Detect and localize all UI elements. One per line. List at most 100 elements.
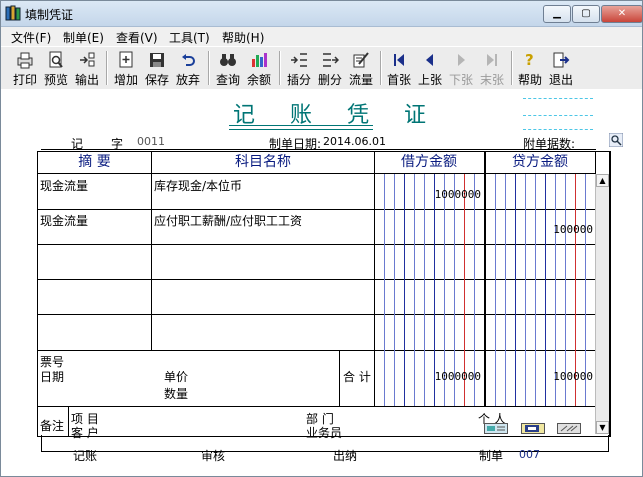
next-icon [458, 54, 465, 66]
dashed-line [523, 98, 593, 99]
last-voucher-button[interactable]: 末张 [478, 49, 506, 87]
preview-label: 预览 [43, 73, 68, 87]
amount-grid-line [485, 152, 486, 406]
insert-entry-label: 插分 [286, 73, 311, 87]
sign-audit-label: 审核 [201, 449, 226, 463]
first-icon [394, 54, 404, 66]
voucher-area: 记 账 凭 证 记 字 0011 制单日期: 2014.06.01 附单据数: … [1, 89, 642, 476]
prev-voucher-button[interactable]: 上张 [416, 49, 444, 87]
sign-book-label: 记账 [73, 449, 98, 463]
next-voucher-button[interactable]: 下张 [447, 49, 475, 87]
first-voucher-label: 首张 [386, 73, 411, 87]
card-icon[interactable] [484, 423, 508, 434]
menu-view[interactable]: 查看(V) [116, 29, 158, 46]
maximize-button[interactable]: ▢ [572, 5, 600, 23]
prev-icon [426, 54, 433, 66]
app-books-icon [5, 5, 21, 21]
insert-entry-button[interactable]: 插分 [285, 49, 313, 87]
sign-cashier-label: 出纳 [333, 449, 358, 463]
exit-label: 退出 [548, 73, 573, 87]
col-divider [68, 406, 69, 436]
row2-credit[interactable]: 100000 [486, 223, 593, 236]
row2-account[interactable]: 应付职工薪酬/应付职工工资 [154, 212, 302, 229]
exit-button[interactable]: 退出 [547, 49, 575, 87]
vertical-scrollbar[interactable]: ▲ ▼ [595, 174, 609, 434]
delete-row-icon [323, 53, 339, 67]
total-credit: 100000 [553, 370, 593, 383]
next-voucher-label: 下张 [448, 73, 473, 87]
col-credit: 贷方金额 [512, 154, 568, 170]
voucher-date[interactable]: 2014.06.01 [323, 135, 386, 148]
printer-icon [17, 52, 33, 69]
cashflow-label: 流量 [348, 73, 373, 87]
menu-help[interactable]: 帮助(H) [222, 29, 264, 46]
binoculars-icon [220, 54, 236, 66]
row-divider [38, 314, 595, 315]
help-label: 帮助 [517, 73, 542, 87]
ticket-date-label: 日期 [40, 370, 65, 384]
last-voucher-label: 末张 [479, 73, 504, 87]
save-button[interactable]: 保存 [143, 49, 171, 87]
toolbar: 打印 预览 输出 增加 保存 放弃 查询 余额 插分 删分 流量 首张 上张 下… [1, 46, 642, 90]
row-divider [38, 279, 595, 280]
cashflow-icon [353, 52, 369, 68]
help-icon: ? [525, 51, 534, 69]
delete-entry-label: 删分 [317, 73, 342, 87]
prev-voucher-label: 上张 [417, 73, 442, 87]
row1-debit[interactable]: 1000000 [375, 188, 481, 201]
voucher-window: 填制凭证 ▁ ▢ ✕ 文件(F) 制单(E) 查看(V) 工具(T) 帮助(H)… [0, 0, 643, 477]
menu-make[interactable]: 制单(E) [63, 29, 104, 46]
row-divider [38, 173, 595, 174]
price-label: 单价 [164, 370, 189, 384]
search-icon[interactable] [609, 133, 623, 147]
row-divider [38, 209, 595, 210]
help-button[interactable]: ? 帮助 [516, 49, 544, 87]
col-divider [339, 350, 340, 406]
header-rule [41, 149, 596, 150]
exit-icon [553, 52, 570, 68]
toolbar-separator [279, 51, 281, 85]
col-debit: 借方金额 [401, 154, 457, 170]
row1-account[interactable]: 库存现金/本位币 [154, 177, 242, 194]
scroll-up-arrow[interactable]: ▲ [596, 174, 609, 187]
preview-button[interactable]: 预览 [42, 49, 70, 87]
query-button[interactable]: 查询 [214, 49, 242, 87]
discard-button[interactable]: 放弃 [174, 49, 202, 87]
print-button[interactable]: 打印 [11, 49, 39, 87]
voucher-table: 摘 要 科目名称 借方金额 贷方金额 现金流量 库存现金/本位币 1000000… [37, 151, 611, 440]
total-debit: 1000000 [434, 370, 481, 383]
save-icon [150, 53, 164, 67]
close-button[interactable]: ✕ [601, 5, 643, 23]
delete-entry-button[interactable]: 删分 [316, 49, 344, 87]
add-label: 增加 [113, 73, 138, 87]
sign-maker-label: 制单 [479, 449, 504, 463]
row2-summary[interactable]: 现金流量 [40, 212, 88, 229]
col-summary: 摘 要 [78, 154, 111, 170]
menu-tools[interactable]: 工具(T) [169, 29, 210, 46]
voucher-no[interactable]: 0011 [137, 135, 165, 148]
row1-summary[interactable]: 现金流量 [40, 177, 88, 194]
minimize-button[interactable]: ▁ [543, 5, 571, 23]
add-button[interactable]: 增加 [112, 49, 140, 87]
scroll-down-arrow[interactable]: ▼ [596, 421, 609, 434]
first-voucher-button[interactable]: 首张 [385, 49, 413, 87]
sign-maker-value: 007 [519, 448, 540, 461]
save-label: 保存 [144, 73, 169, 87]
discard-label: 放弃 [175, 73, 200, 87]
dashed-line [523, 115, 593, 116]
balance-button[interactable]: 余额 [245, 49, 273, 87]
total-label: 合 计 [343, 370, 371, 384]
col-divider [151, 152, 152, 350]
add-icon [119, 51, 133, 68]
export-button[interactable]: 输出 [73, 49, 101, 87]
toolbar-separator [511, 51, 513, 85]
balance-label: 余额 [246, 73, 271, 87]
cashflow-button[interactable]: 流量 [347, 49, 375, 87]
query-label: 查询 [215, 73, 240, 87]
row-divider [38, 244, 595, 245]
book-icon[interactable] [521, 423, 545, 434]
calc-icon[interactable] [557, 423, 581, 434]
export-label: 输出 [74, 73, 99, 87]
menu-file[interactable]: 文件(F) [11, 29, 51, 46]
row-divider [38, 406, 595, 407]
